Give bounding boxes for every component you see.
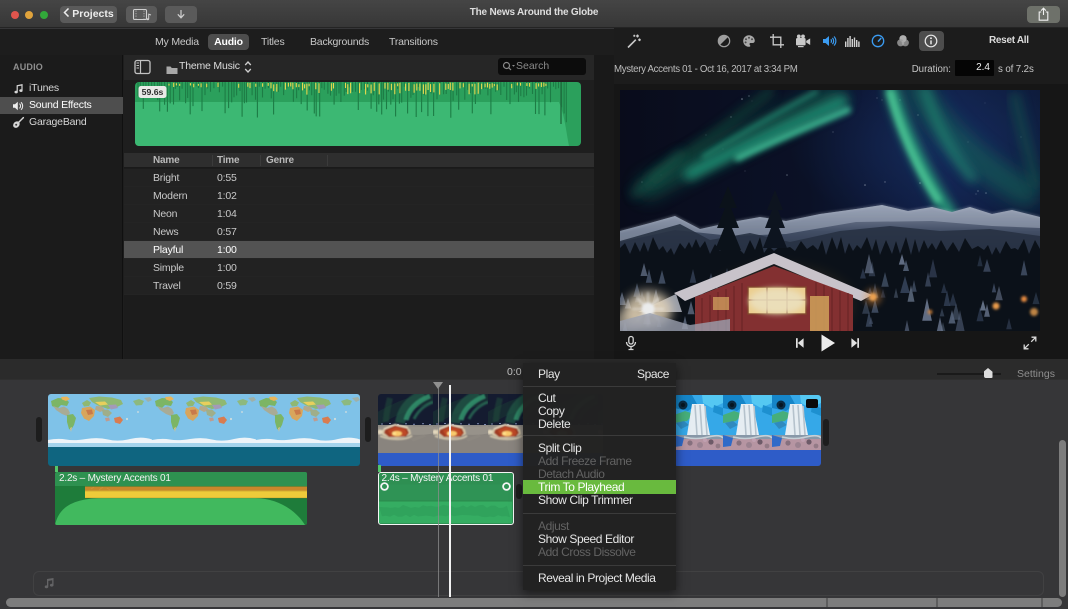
svg-text:59.6s: 59.6s bbox=[141, 87, 163, 97]
